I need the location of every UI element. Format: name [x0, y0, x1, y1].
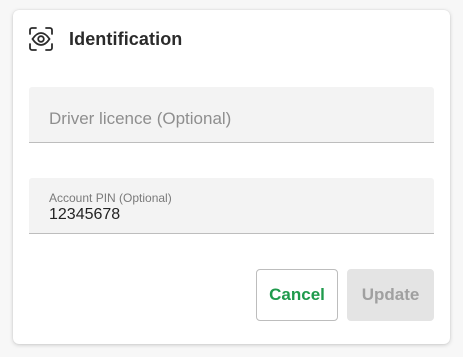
- identification-card: Identification Driver licence (Optional)…: [13, 10, 450, 344]
- update-button[interactable]: Update: [347, 269, 434, 321]
- driver-licence-field[interactable]: Driver licence (Optional): [29, 87, 434, 143]
- card-actions: Cancel Update: [256, 269, 434, 321]
- account-pin-value: 12345678: [49, 206, 121, 223]
- cancel-button[interactable]: Cancel: [256, 269, 338, 321]
- driver-licence-placeholder: Driver licence (Optional): [49, 109, 232, 128]
- card-title: Identification: [69, 28, 183, 49]
- account-pin-label: Account PIN (Optional): [49, 191, 172, 205]
- card-header: Identification: [28, 26, 182, 52]
- eye-scan-icon: [28, 26, 54, 52]
- account-pin-field[interactable]: Account PIN (Optional) 12345678: [29, 178, 434, 234]
